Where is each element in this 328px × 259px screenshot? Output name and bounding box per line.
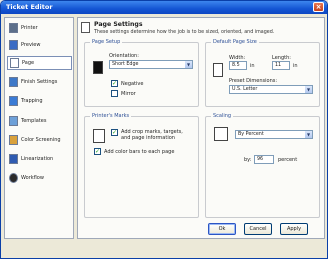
ok-button-label: Ok [218, 226, 226, 232]
sidebar-item-templates[interactable]: Templates [7, 114, 72, 128]
color-bars-label: Add color bars to each page [104, 149, 175, 155]
percent-unit: percent [278, 157, 298, 163]
window-title: Ticket Editor [6, 3, 53, 11]
sidebar-item-label: Page [22, 60, 35, 66]
close-button[interactable]: × [313, 2, 324, 12]
sidebar-item-color-screening[interactable]: Color Screening [7, 133, 72, 147]
scaling-mode-select[interactable]: By Percent ▼ [235, 130, 313, 139]
mirror-checkbox[interactable] [111, 90, 118, 97]
percent-field[interactable]: 96 [254, 155, 274, 164]
chevron-down-icon: ▼ [185, 61, 192, 68]
cancel-button[interactable]: Cancel [244, 223, 272, 235]
color-screening-icon [9, 135, 18, 145]
sidebar-item-label: Preview [21, 42, 41, 48]
orientation-icon [93, 61, 103, 74]
chevron-down-icon: ▼ [305, 131, 312, 138]
sidebar-item-trapping[interactable]: Trapping [7, 94, 72, 108]
printers-marks-group: Printer's Marks ✓ Add crop marks, target… [84, 113, 199, 218]
page-setup-group: Page Setup Orientation: Short Edge ▼ ✓ N… [84, 39, 199, 107]
sidebar-item-label: Trapping [21, 98, 43, 104]
sidebar-item-printer[interactable]: Printer [7, 21, 72, 35]
sidebar-item-label: Finish Settings [21, 79, 58, 85]
sidebar-item-label: Templates [21, 118, 47, 124]
length-field[interactable]: 11 [272, 61, 290, 70]
settings-sidebar: Printer Preview Page Finish Settings Tra… [4, 17, 74, 239]
printer-icon [9, 23, 18, 33]
page-icon [10, 58, 19, 68]
page-size-icon [213, 63, 223, 77]
page-title: Page Settings [94, 21, 143, 28]
page-settings-panel: Page Settings These settings determine h… [77, 17, 325, 239]
ok-button[interactable]: Ok [208, 223, 236, 235]
scaling-by-label: by: [244, 157, 252, 163]
percent-value: 96 [257, 157, 264, 162]
check-icon: ✓ [112, 129, 118, 136]
width-field[interactable]: 8.5 [229, 61, 247, 70]
preset-dimensions-label: Preset Dimensions: [229, 78, 278, 84]
crop-marks-icon [93, 129, 105, 143]
ticket-editor-window: Ticket Editor × Printer Preview Page Fin… [0, 0, 328, 259]
length-unit: in [293, 63, 298, 69]
crop-marks-checkbox[interactable]: ✓ [111, 129, 118, 136]
orientation-select[interactable]: Short Edge ▼ [109, 60, 193, 69]
page-description: These settings determine how the job is … [94, 30, 275, 35]
negative-label: Negative [121, 81, 144, 87]
finish-icon [9, 77, 18, 87]
check-icon: ✓ [95, 148, 101, 155]
default-page-size-group: Default Page Size Width: 8.5 in Length: … [205, 39, 320, 107]
linearization-icon [9, 154, 18, 164]
scaling-group: Scaling By Percent ▼ by: 96 percent [205, 113, 320, 218]
chevron-down-icon: ▼ [305, 86, 312, 93]
width-unit: in [250, 63, 255, 69]
trapping-icon [9, 96, 18, 106]
sidebar-item-label: Printer [21, 25, 38, 31]
sidebar-item-label: Linearization [21, 156, 54, 162]
group-title: Default Page Size [211, 39, 259, 45]
crop-marks-label: Add crop marks, targets, and page inform… [121, 129, 183, 141]
templates-icon [9, 116, 18, 126]
sidebar-item-finish-settings[interactable]: Finish Settings [7, 75, 72, 89]
title-bar[interactable]: Ticket Editor × [1, 1, 327, 14]
apply-button[interactable]: Apply [280, 223, 308, 235]
sidebar-item-label: Color Screening [21, 137, 61, 143]
mirror-label: Mirror [121, 91, 136, 97]
cancel-button-label: Cancel [249, 226, 267, 232]
width-value: 8.5 [232, 63, 240, 68]
sidebar-item-workflow[interactable]: Workflow [7, 171, 72, 185]
apply-button-label: Apply [286, 226, 302, 232]
negative-checkbox[interactable]: ✓ [111, 80, 118, 87]
orientation-label: Orientation: [109, 53, 139, 59]
workflow-icon [9, 173, 18, 183]
color-bars-checkbox[interactable]: ✓ [94, 148, 101, 155]
sidebar-item-preview[interactable]: Preview [7, 38, 72, 52]
scaling-icon [214, 127, 228, 141]
orientation-value: Short Edge [112, 62, 139, 67]
check-icon: ✓ [112, 80, 118, 87]
preview-icon [9, 40, 18, 50]
preset-dimensions-select[interactable]: U.S. Letter ▼ [229, 85, 313, 94]
scaling-mode-value: By Percent [238, 132, 264, 137]
sidebar-item-label: Workflow [21, 175, 44, 181]
preset-dimensions-value: U.S. Letter [232, 87, 258, 92]
group-title: Page Setup [90, 39, 123, 45]
sidebar-item-page[interactable]: Page [7, 56, 72, 70]
group-title: Scaling [211, 113, 234, 119]
close-icon: × [315, 3, 322, 11]
sidebar-item-linearization[interactable]: Linearization [7, 152, 72, 166]
page-settings-icon [81, 22, 90, 33]
length-value: 11 [275, 63, 282, 68]
group-title: Printer's Marks [90, 113, 132, 119]
